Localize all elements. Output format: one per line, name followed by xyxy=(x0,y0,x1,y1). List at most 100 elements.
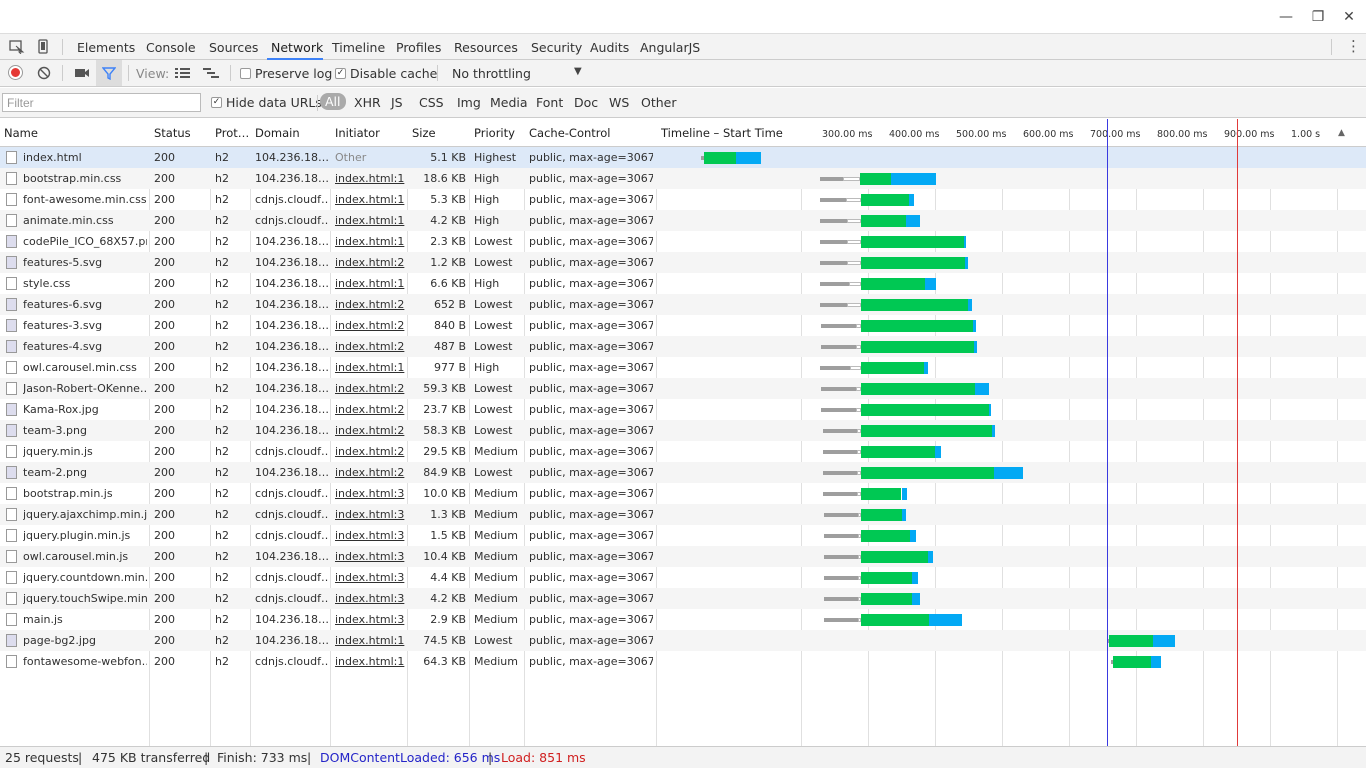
chevron-down-icon[interactable]: ▼ xyxy=(574,66,582,77)
filter-type-css[interactable]: CSS xyxy=(419,95,444,110)
cell-initiator[interactable]: index.html:2 xyxy=(335,319,405,332)
throttling-select[interactable]: No throttling xyxy=(452,66,531,81)
table-row[interactable]: jquery.touchSwipe.min.js 200 h2 cdnjs.cloud… xyxy=(0,588,1366,609)
minimize-icon[interactable]: — xyxy=(1277,8,1295,26)
restore-icon[interactable]: ❐ xyxy=(1309,8,1327,26)
cell-initiator[interactable]: index.html:1 xyxy=(335,655,405,668)
filter-input[interactable] xyxy=(2,93,201,112)
cell-initiator[interactable]: index.html:1 xyxy=(335,193,405,206)
table-row[interactable]: bootstrap.min.js 200 h2 cdnjs.cloudf… index.… xyxy=(0,483,1366,504)
tab-angularjs[interactable]: AngularJS xyxy=(640,40,700,55)
cell-initiator[interactable]: index.html:2 xyxy=(335,340,405,353)
table-row[interactable]: team-3.png 200 h2 104.236.18… index.html:2 58… xyxy=(0,420,1366,441)
table-row[interactable]: codePile_ICO_68X57.png 200 h2 104.236.18… in… xyxy=(0,231,1366,252)
table-row[interactable]: page-bg2.jpg 200 h2 104.236.18… index.html:1… xyxy=(0,630,1366,651)
tab-elements[interactable]: Elements xyxy=(77,40,135,55)
table-row[interactable]: font-awesome.min.css 200 h2 cdnjs.cloudf… in… xyxy=(0,189,1366,210)
filter-type-other[interactable]: Other xyxy=(641,95,677,110)
capture-screenshots-icon[interactable] xyxy=(74,67,90,79)
table-row[interactable]: main.js 200 h2 104.236.18… index.html:3 2.9 K… xyxy=(0,609,1366,630)
column-header-1[interactable]: Status xyxy=(154,126,191,140)
table-row[interactable]: animate.min.css 200 h2 cdnjs.cloudf… index.h… xyxy=(0,210,1366,231)
tab-sources[interactable]: Sources xyxy=(209,40,258,55)
table-row[interactable]: Jason-Robert-OKenne… 200 h2 104.236.18… inde… xyxy=(0,378,1366,399)
cell-initiator[interactable]: index.html:2 xyxy=(335,298,405,311)
filter-type-img[interactable]: Img xyxy=(457,95,481,110)
table-row[interactable]: jquery.ajaxchimp.min.js 200 h2 cdnjs.cloudf… xyxy=(0,504,1366,525)
hide-data-urls-checkbox[interactable]: ✓ xyxy=(211,97,222,108)
tab-network[interactable]: Network xyxy=(271,40,323,55)
filter-type-all[interactable]: All xyxy=(320,93,346,110)
image-file-icon xyxy=(6,298,17,311)
device-mode-icon[interactable] xyxy=(37,39,49,55)
table-row[interactable]: features-5.svg 200 h2 104.236.18… index.html… xyxy=(0,252,1366,273)
column-header-8[interactable]: Timeline – Start Time xyxy=(661,126,783,140)
tab-profiles[interactable]: Profiles xyxy=(396,40,441,55)
filter-type-ws[interactable]: WS xyxy=(609,95,629,110)
overview-icon[interactable] xyxy=(203,67,219,79)
cell-initiator[interactable]: index.html:2 xyxy=(335,445,405,458)
inspect-element-icon[interactable] xyxy=(9,40,25,54)
filter-type-xhr[interactable]: XHR xyxy=(354,95,381,110)
filter-type-doc[interactable]: Doc xyxy=(574,95,598,110)
table-row[interactable]: owl.carousel.min.css 200 h2 104.236.18… inde… xyxy=(0,357,1366,378)
tab-timeline[interactable]: Timeline xyxy=(332,40,385,55)
tab-security[interactable]: Security xyxy=(531,40,582,55)
cell-initiator[interactable]: index.html:2 xyxy=(335,424,405,437)
filter-icon[interactable] xyxy=(102,66,116,80)
table-row[interactable]: jquery.countdown.min.js 200 h2 cdnjs.cloudf… xyxy=(0,567,1366,588)
filter-type-media[interactable]: Media xyxy=(490,95,528,110)
filter-type-font[interactable]: Font xyxy=(536,95,563,110)
cell-initiator[interactable]: index.html:2 xyxy=(335,256,405,269)
cell-status: 200 xyxy=(154,277,175,290)
cell-initiator[interactable]: index.html:1 xyxy=(335,214,405,227)
cell-initiator[interactable]: index.html:1 xyxy=(335,235,405,248)
large-rows-icon[interactable] xyxy=(175,67,190,79)
column-header-6[interactable]: Priority xyxy=(474,126,515,140)
cell-initiator[interactable]: index.html:1 xyxy=(335,634,405,647)
table-row[interactable]: Kama-Rox.jpg 200 h2 104.236.18… index.html:2… xyxy=(0,399,1366,420)
cell-initiator[interactable]: index.html:3 xyxy=(335,613,405,626)
column-header-7[interactable]: Cache-Control xyxy=(529,126,610,140)
cell-initiator[interactable]: index.html:3 xyxy=(335,529,405,542)
column-header-5[interactable]: Size xyxy=(412,126,436,140)
cell-initiator[interactable]: index.html:3 xyxy=(335,571,405,584)
clear-icon[interactable] xyxy=(37,66,51,80)
table-row[interactable]: team-2.png 200 h2 104.236.18… index.html:2 84… xyxy=(0,462,1366,483)
cell-initiator[interactable]: index.html:3 xyxy=(335,550,405,563)
cell-initiator[interactable]: index.html:1 xyxy=(335,361,405,374)
table-row[interactable]: features-6.svg 200 h2 104.236.18… index.html… xyxy=(0,294,1366,315)
cell-initiator[interactable]: index.html:2 xyxy=(335,403,405,416)
column-header-2[interactable]: Prot… xyxy=(215,126,249,140)
preserve-log-checkbox[interactable] xyxy=(240,68,251,79)
table-row[interactable]: index.html 200 h2 104.236.18… Other 5.1 KB Hig… xyxy=(0,147,1366,168)
filter-type-js[interactable]: JS xyxy=(391,95,403,110)
table-row[interactable]: style.css 200 h2 104.236.18… index.html:1 6.6… xyxy=(0,273,1366,294)
cell-initiator[interactable]: index.html:2 xyxy=(335,382,405,395)
table-row[interactable]: fontawesome-webfon… 200 h2 cdnjs.cloudf… ind… xyxy=(0,651,1366,672)
cell-initiator[interactable]: index.html:3 xyxy=(335,487,405,500)
record-icon[interactable] xyxy=(9,66,22,79)
cell-initiator[interactable]: index.html:2 xyxy=(335,466,405,479)
cell-initiator[interactable]: index.html:1 xyxy=(335,172,405,185)
tab-console[interactable]: Console xyxy=(146,40,196,55)
disable-cache-checkbox[interactable]: ✓ xyxy=(335,68,346,79)
cell-initiator[interactable]: index.html:1 xyxy=(335,277,405,290)
tab-audits[interactable]: Audits xyxy=(590,40,629,55)
table-row[interactable]: bootstrap.min.css 200 h2 104.236.18… index.h… xyxy=(0,168,1366,189)
table-row[interactable]: jquery.min.js 200 h2 cdnjs.cloudf… index.htm… xyxy=(0,441,1366,462)
sort-ascending-icon[interactable]: ▲ xyxy=(1338,128,1345,138)
table-row[interactable]: jquery.plugin.min.js 200 h2 cdnjs.cloudf… in… xyxy=(0,525,1366,546)
cell-initiator[interactable]: index.html:3 xyxy=(335,508,405,521)
table-row[interactable]: features-3.svg 200 h2 104.236.18… index.html… xyxy=(0,315,1366,336)
cell-priority: Medium xyxy=(474,445,518,458)
column-header-4[interactable]: Initiator xyxy=(335,126,380,140)
more-options-icon[interactable]: ⋮ xyxy=(1346,37,1361,55)
tab-resources[interactable]: Resources xyxy=(454,40,518,55)
column-header-0[interactable]: Name xyxy=(4,126,38,140)
table-row[interactable]: owl.carousel.min.js 200 h2 104.236.18… index… xyxy=(0,546,1366,567)
table-row[interactable]: features-4.svg 200 h2 104.236.18… index.html… xyxy=(0,336,1366,357)
column-header-3[interactable]: Domain xyxy=(255,126,300,140)
cell-initiator[interactable]: index.html:3 xyxy=(335,592,405,605)
close-icon[interactable]: ✕ xyxy=(1340,8,1358,26)
